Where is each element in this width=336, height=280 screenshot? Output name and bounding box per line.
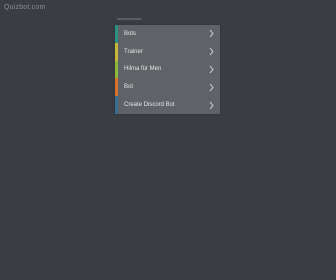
menu-handle bbox=[117, 18, 141, 20]
menu-item-label: Bot bbox=[124, 84, 134, 91]
menu-item-hilma-fur-men[interactable]: Hilma für Men bbox=[115, 60, 220, 79]
chevron-right-icon bbox=[209, 30, 214, 38]
chevron-right-icon bbox=[209, 101, 214, 109]
menu-item-label: Hilma für Men bbox=[124, 66, 162, 73]
menu-item-accent bbox=[115, 42, 118, 61]
menu-item-accent bbox=[115, 96, 118, 114]
menu-item-label: Bots bbox=[124, 30, 137, 37]
dropdown-menu: Bots Trainer Hilma für Men Bot Create Di… bbox=[115, 25, 220, 114]
site-logo[interactable]: Quizbot.com bbox=[4, 4, 46, 11]
menu-item-trainer[interactable]: Trainer bbox=[115, 42, 220, 61]
menu-item-label: Trainer bbox=[124, 48, 143, 55]
menu-item-accent bbox=[115, 78, 118, 97]
menu-item-accent bbox=[115, 60, 118, 79]
menu-item-create-discord-bot[interactable]: Create Discord Bot bbox=[115, 96, 220, 114]
menu-item-label: Create Discord Bot bbox=[124, 102, 175, 109]
menu-item-bot[interactable]: Bot bbox=[115, 78, 220, 97]
chevron-right-icon bbox=[209, 65, 214, 74]
menu-item-accent bbox=[115, 25, 118, 43]
chevron-right-icon bbox=[209, 47, 214, 56]
page: Quizbot.com Bots Trainer Hilma für Men B… bbox=[0, 0, 336, 280]
chevron-right-icon bbox=[209, 83, 214, 92]
menu-item-bots[interactable]: Bots bbox=[115, 25, 220, 43]
